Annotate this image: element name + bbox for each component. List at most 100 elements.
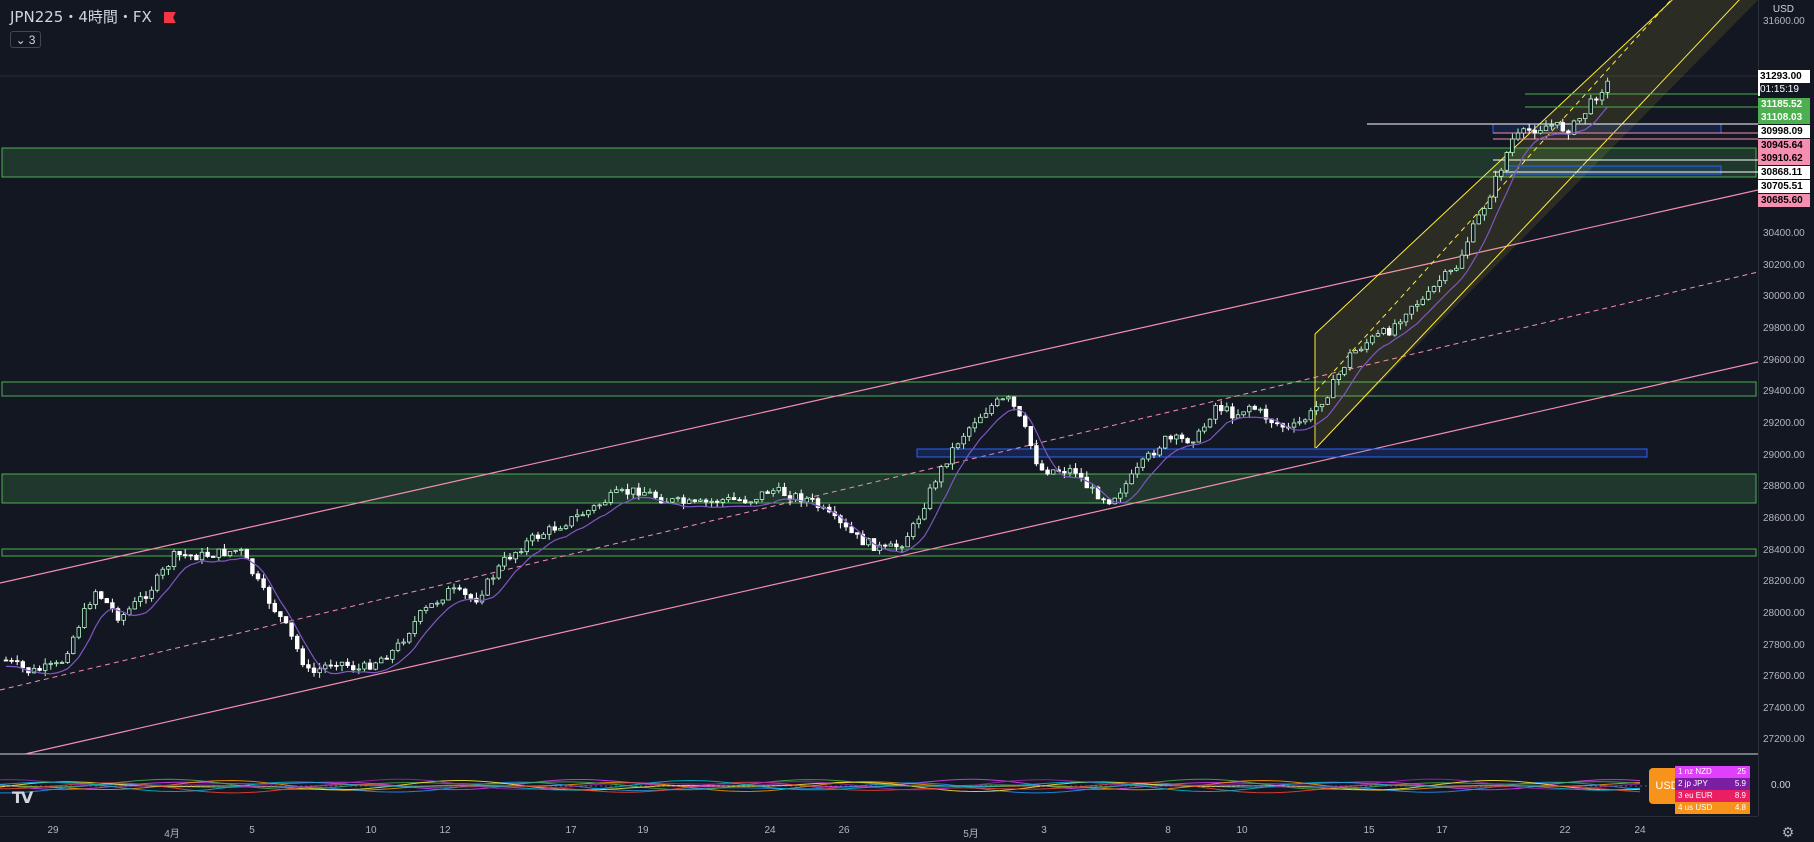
candle-body	[1336, 373, 1341, 380]
candle-body	[636, 487, 641, 496]
candle-body	[199, 551, 205, 561]
candle-body	[121, 614, 126, 621]
candle-body	[205, 551, 210, 557]
indicator-count: 3	[28, 32, 36, 47]
candle-body	[1403, 313, 1409, 323]
candle-body	[1224, 406, 1229, 412]
candle-body	[1151, 452, 1157, 456]
candle-body	[916, 518, 921, 525]
candle-body	[1459, 254, 1465, 269]
indicator-toggle-button[interactable]: ⌄ 3	[10, 31, 41, 48]
currency-label[interactable]: USD	[1773, 4, 1794, 15]
candle-body	[1034, 445, 1039, 465]
candle-body	[1364, 342, 1369, 350]
candle-body	[373, 662, 378, 670]
candle-body	[597, 504, 602, 507]
candle-body	[670, 498, 675, 503]
candle-body	[1549, 124, 1554, 127]
candle-body	[166, 566, 171, 570]
flag-icon[interactable]	[163, 12, 176, 23]
candle-body	[1359, 348, 1364, 352]
candle-body	[692, 499, 697, 502]
candle-body	[339, 661, 345, 666]
candle-body	[289, 622, 294, 637]
time-tick: 8	[1165, 825, 1171, 836]
candle-body	[490, 577, 496, 580]
candle-body	[591, 505, 597, 511]
candle-body	[423, 607, 429, 611]
candle-body	[272, 602, 277, 613]
candle-body	[905, 536, 910, 548]
candle-body	[283, 616, 289, 624]
candle-body	[608, 492, 613, 503]
candle-body	[59, 662, 65, 664]
support-zone	[1, 473, 1757, 504]
candle-body	[709, 500, 714, 503]
time-tick: 19	[637, 825, 649, 836]
candle-body	[681, 497, 686, 504]
price-level-tag: 30910.62	[1758, 152, 1810, 165]
candle-body	[1129, 473, 1134, 485]
candle-body	[1510, 138, 1515, 153]
candle-body	[1062, 470, 1067, 474]
candle-body	[1006, 396, 1011, 400]
candle-body	[1303, 419, 1308, 423]
time-tick: 10	[1236, 825, 1248, 836]
price-level-tag: 30945.64	[1758, 139, 1810, 152]
candle-body	[1387, 328, 1392, 336]
symbol-title[interactable]: JPN225・4時間・FX	[10, 6, 176, 27]
candle-body	[412, 621, 417, 634]
time-tick: 10	[365, 825, 377, 836]
time-axis[interactable]: 29 4月 5 10 12 17 19 24 26 5月 3 8 10 15 17 22 24	[0, 816, 1758, 842]
candle-body	[1185, 438, 1190, 444]
candle-body	[1291, 422, 1297, 428]
candle-body	[328, 664, 333, 667]
candle-body	[143, 596, 149, 599]
candle-body	[1207, 418, 1213, 428]
legend-label: 2 jp JPY	[1678, 779, 1708, 788]
candle-body	[1527, 128, 1532, 131]
candle-body	[76, 627, 81, 638]
candle-body	[401, 641, 406, 644]
candle-body	[1084, 476, 1089, 489]
current-price-tag: 31293.00 01:15:19	[1758, 70, 1810, 96]
candle-body	[1409, 305, 1414, 315]
candle-body	[1039, 463, 1045, 471]
tradingview-logo[interactable]: TV	[12, 788, 33, 807]
legend-label: 1 nz NZD	[1678, 767, 1712, 776]
candle-body	[715, 500, 720, 503]
price-tick: 28600.00	[1763, 512, 1805, 524]
candle-body	[216, 548, 221, 558]
price-chart[interactable]	[0, 0, 1758, 816]
candle-body	[1325, 397, 1330, 405]
candle-body	[563, 525, 569, 529]
candle-body	[1381, 328, 1386, 334]
candle-body	[395, 642, 401, 651]
price-level-tag: 30705.51	[1758, 180, 1810, 193]
current-price-value: 31293.00	[1760, 71, 1802, 82]
candle-body	[1157, 447, 1162, 456]
candle-body	[1319, 403, 1325, 408]
candle-body	[731, 497, 737, 501]
candle-body	[647, 491, 653, 494]
candle-body	[967, 427, 972, 437]
candle-body	[961, 435, 966, 445]
candle-body	[939, 466, 944, 483]
candle-body	[1079, 472, 1084, 478]
candle-body	[1504, 152, 1509, 171]
candle-body	[703, 499, 709, 503]
blue-zone-box	[916, 448, 1648, 458]
candle-body	[160, 568, 165, 576]
candle-body	[1146, 452, 1151, 460]
gear-icon[interactable]: ⚙	[1780, 824, 1796, 840]
price-tick: 28800.00	[1763, 481, 1805, 493]
candle-body	[1392, 323, 1397, 336]
candle-body	[922, 508, 927, 520]
candle-body	[535, 534, 541, 539]
candle-body	[154, 574, 160, 591]
price-tick: 30400.00	[1763, 228, 1805, 240]
candle-body	[446, 588, 451, 601]
candle-body	[1258, 408, 1263, 411]
candle-body	[927, 487, 933, 509]
candle-body	[698, 499, 703, 502]
